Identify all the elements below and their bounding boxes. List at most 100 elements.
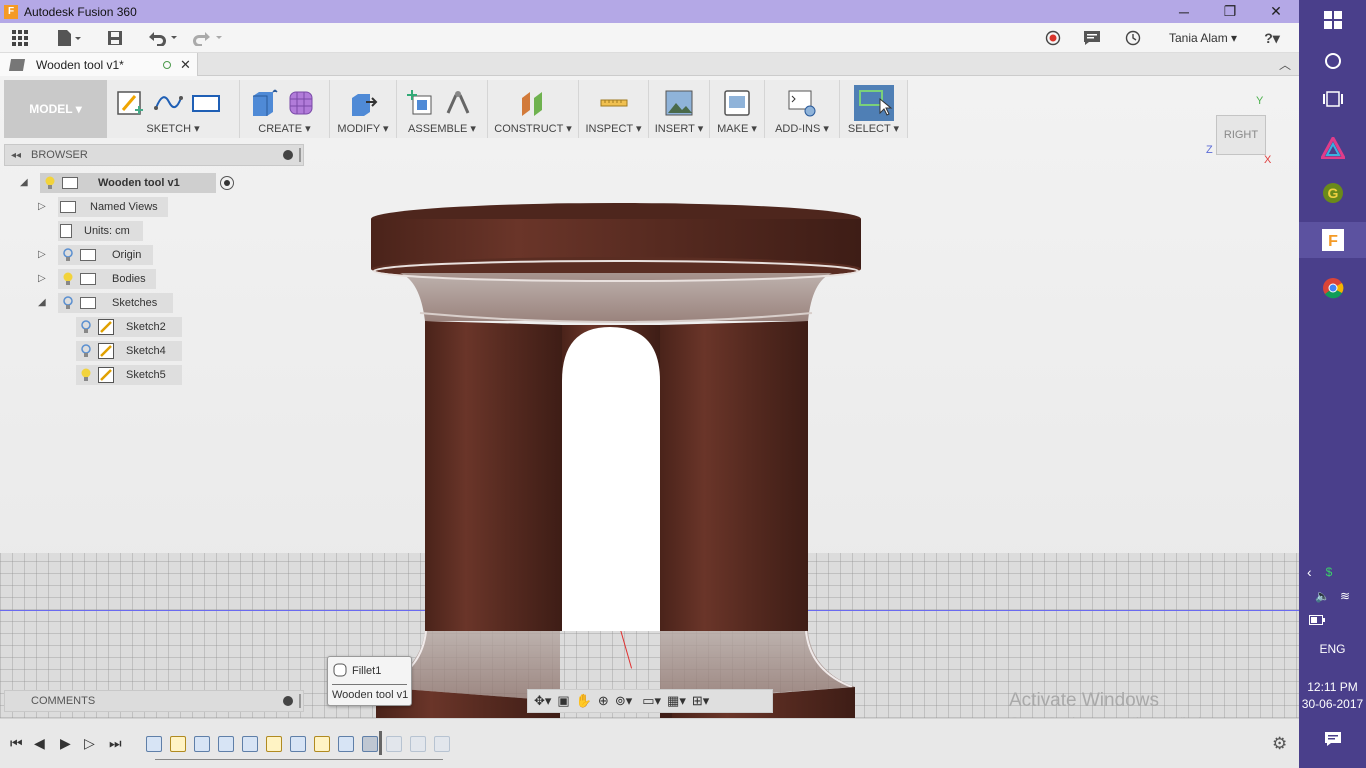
look-at-icon[interactable]: ▣ <box>557 693 569 709</box>
help-icon[interactable]: ?▾ <box>1256 28 1288 48</box>
visibility-bulb-icon[interactable] <box>80 368 92 382</box>
browser-item-sketches[interactable]: ◢ Sketches <box>38 293 173 313</box>
view-cube-face[interactable]: RIGHT <box>1216 115 1266 155</box>
timeline-feature-fillet[interactable] <box>362 736 378 752</box>
file-menu-icon[interactable] <box>55 28 83 48</box>
redo-icon[interactable] <box>190 28 224 48</box>
collapsed-triangle-icon[interactable]: ▷ <box>38 249 50 261</box>
press-pull-icon[interactable] <box>348 88 378 118</box>
battery-icon[interactable] <box>1299 612 1366 628</box>
collapse-toolbar-icon[interactable]: ︿ <box>1279 56 1291 73</box>
show-hidden-icons-chevron-icon[interactable]: ‹ <box>1307 564 1312 580</box>
visibility-bulb-icon[interactable] <box>80 320 92 334</box>
fit-zoom-window-icon[interactable]: ⊚▾ <box>615 693 632 709</box>
browser-item-bodies[interactable]: ▷ Bodies <box>38 269 156 289</box>
timeline-feature-sketch[interactable] <box>314 736 330 752</box>
minimize-button[interactable]: ─ <box>1161 0 1207 23</box>
chrome-icon[interactable] <box>1299 276 1366 300</box>
timeline-feature-suppressed[interactable] <box>386 736 402 752</box>
construct-group[interactable]: CONSTRUCT ▾ <box>488 80 579 138</box>
timeline-feature-suppressed[interactable] <box>434 736 450 752</box>
g-app-icon[interactable]: G <box>1299 181 1366 205</box>
wifi-icon[interactable]: ≋ <box>1340 589 1350 603</box>
step-forward-icon[interactable]: ▷ <box>84 735 95 752</box>
joint-icon[interactable] <box>443 88 473 118</box>
go-to-end-icon[interactable]: ⏭ <box>109 735 122 752</box>
maximize-button[interactable]: ❐ <box>1207 0 1253 23</box>
autodesk-app-icon[interactable] <box>1299 136 1366 160</box>
task-view-icon[interactable] <box>1299 88 1366 110</box>
workspace-switcher[interactable]: MODEL ▾ <box>4 80 107 138</box>
display-settings-icon[interactable]: ▭▾ <box>642 693 661 709</box>
fusion-taskbar-icon[interactable]: F <box>1299 222 1366 258</box>
timeline-feature-press-pull[interactable] <box>338 736 354 752</box>
collapsed-triangle-icon[interactable]: ▷ <box>38 201 50 213</box>
document-tab[interactable]: Wooden tool v1* ✕ <box>0 53 198 76</box>
activate-radio-icon[interactable] <box>220 176 234 190</box>
close-button[interactable]: ✕ <box>1253 0 1299 23</box>
grid-settings-icon[interactable]: ▦▾ <box>667 693 686 709</box>
timeline-settings-gear-icon[interactable]: ⚙ <box>1272 734 1287 754</box>
browser-item-origin[interactable]: ▷ Origin <box>38 245 153 265</box>
browser-root-row[interactable]: ◢ Wooden tool v1 <box>20 173 234 193</box>
timeline-feature-sketch[interactable] <box>266 736 282 752</box>
undo-icon[interactable] <box>145 28 179 48</box>
modify-group[interactable]: MODIFY ▾ <box>330 80 397 138</box>
windows-start-icon[interactable] <box>1299 8 1366 32</box>
wooden-stool-model[interactable] <box>360 201 870 718</box>
visibility-bulb-icon[interactable] <box>62 272 74 286</box>
panel-resize-handle[interactable] <box>299 694 301 708</box>
browser-item-units[interactable]: Units: cm <box>58 221 143 241</box>
new-component-icon[interactable] <box>405 88 435 118</box>
orbit-icon[interactable]: ✥▾ <box>534 693 551 709</box>
timeline-feature-extrude[interactable] <box>146 736 162 752</box>
timeline-feature-extrude[interactable] <box>194 736 210 752</box>
expanded-triangle-icon[interactable]: ◢ <box>20 177 32 189</box>
3d-print-icon[interactable] <box>722 88 752 118</box>
system-clock-date[interactable]: 30-06-2017 <box>1299 697 1366 711</box>
sketch-group[interactable]: SKETCH ▾ <box>107 80 240 138</box>
browser-panel-header[interactable]: ◂◂ BROWSER <box>4 144 304 166</box>
form-icon[interactable] <box>286 88 316 118</box>
browser-item-sketch2[interactable]: Sketch2 <box>76 317 182 337</box>
timeline-feature-press-pull[interactable] <box>290 736 306 752</box>
timeline-feature-sketch[interactable] <box>170 736 186 752</box>
view-cube[interactable]: RIGHT Z X Y <box>1205 95 1275 166</box>
add-ins-group[interactable]: ADD-INS ▾ <box>765 80 840 138</box>
visibility-bulb-icon[interactable] <box>44 176 56 190</box>
tray-app-icon[interactable]: $ <box>1326 565 1333 579</box>
timeline-feature-shell[interactable] <box>242 736 258 752</box>
insert-group[interactable]: INSERT ▾ <box>649 80 710 138</box>
scripts-add-ins-icon[interactable] <box>787 88 817 118</box>
visibility-bulb-icon[interactable] <box>80 344 92 358</box>
job-status-clock-icon[interactable] <box>1124 28 1142 48</box>
browser-item-sketch4[interactable]: Sketch4 <box>76 341 182 361</box>
assemble-group[interactable]: ASSEMBLE ▾ <box>397 80 488 138</box>
viewports-icon[interactable]: ⊞▾ <box>692 693 709 709</box>
comments-icon[interactable] <box>1083 28 1101 48</box>
create-group[interactable]: CREATE ▾ <box>240 80 330 138</box>
insert-image-icon[interactable] <box>664 88 694 118</box>
timeline-feature-extrude[interactable] <box>218 736 234 752</box>
pan-hand-icon[interactable]: ✋ <box>576 693 592 709</box>
close-tab-button[interactable]: ✕ <box>180 57 191 73</box>
extrude-icon[interactable] <box>248 88 278 118</box>
visibility-bulb-icon[interactable] <box>62 296 74 310</box>
expanded-triangle-icon[interactable]: ◢ <box>38 297 50 309</box>
save-icon[interactable] <box>106 28 124 48</box>
go-to-start-icon[interactable]: ⏮ <box>10 735 23 752</box>
record-icon[interactable] <box>1044 28 1062 48</box>
timeline-feature-suppressed[interactable] <box>410 736 426 752</box>
language-indicator[interactable]: ENG <box>1299 642 1366 656</box>
make-group[interactable]: MAKE ▾ <box>710 80 765 138</box>
comments-panel-header[interactable]: COMMENTS <box>4 690 304 712</box>
spline-icon[interactable] <box>153 88 183 118</box>
inspect-group[interactable]: INSPECT ▾ <box>579 80 649 138</box>
action-center-icon[interactable] <box>1299 728 1366 750</box>
offset-plane-icon[interactable] <box>518 88 548 118</box>
volume-icon[interactable]: 🔈 <box>1315 589 1330 603</box>
visibility-bulb-icon[interactable] <box>62 248 74 262</box>
user-account-menu[interactable]: Tania Alam ▾ <box>1169 31 1237 45</box>
cortana-search-icon[interactable] <box>1299 50 1366 72</box>
measure-icon[interactable] <box>599 88 629 118</box>
